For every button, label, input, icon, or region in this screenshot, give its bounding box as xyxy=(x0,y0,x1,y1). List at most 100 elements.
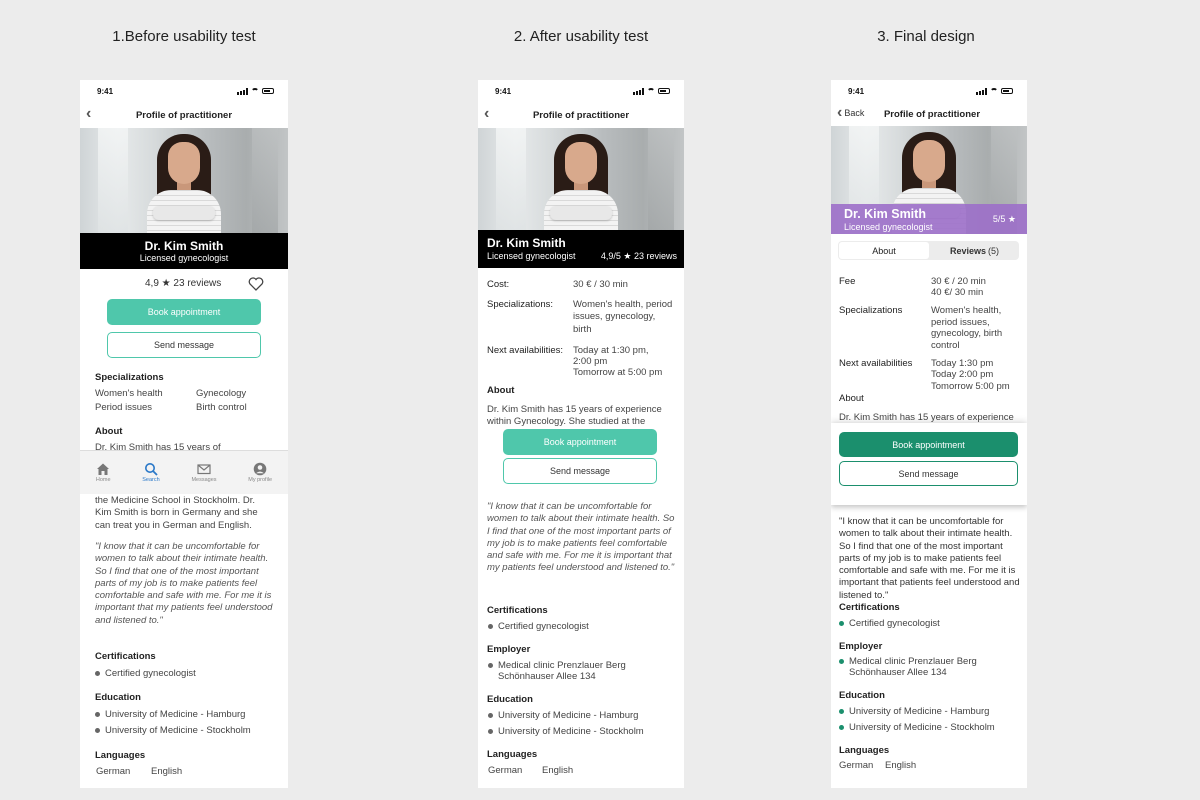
about-text-continued: the Medicine School in Stockholm. Dr. Ki… xyxy=(95,495,258,531)
availability-label: Next availabilities: xyxy=(487,345,564,356)
battery-icon xyxy=(658,88,670,94)
certifications-heading: Certifications xyxy=(487,605,548,616)
language-item: English xyxy=(542,765,574,776)
wifi-icon xyxy=(251,88,259,94)
nav-bar: ‹ Back Profile of practitioner xyxy=(831,102,1027,126)
practitioner-role: Licensed gynecologist xyxy=(139,253,229,263)
name-header: Dr. Kim Smith Licensed gynecologist 5/5 … xyxy=(831,204,1027,234)
book-appointment-button[interactable]: Book appointment xyxy=(503,429,657,455)
spec-item: Period issues xyxy=(95,402,153,413)
spec-value: control xyxy=(931,340,960,351)
practitioner-photo: Dr. Kim Smith Licensed gynecologist 5/5 … xyxy=(831,126,1027,234)
back-chevron-icon: ‹ xyxy=(837,104,843,121)
signal-icon xyxy=(237,87,248,95)
availability-value: Tomorrow at 5:00 pm xyxy=(573,367,663,378)
column-title-after: 2. After usability test xyxy=(513,28,649,45)
cost-value: 30 € / 30 min xyxy=(573,279,628,290)
status-time: 9:41 xyxy=(495,86,512,96)
rating-text: 5/5 ★ xyxy=(992,214,1016,224)
signal-icon xyxy=(976,87,987,95)
tab-label: My profile xyxy=(248,477,273,483)
tab-label: Search xyxy=(142,477,160,483)
tab-search[interactable]: Search xyxy=(142,462,160,483)
quote-text: "I know that it can be uncomfortable for… xyxy=(95,541,273,626)
rating-text: 4,9/5 ★ 23 reviews xyxy=(600,251,677,261)
language-item: German xyxy=(488,765,523,776)
status-bar: 9:41 xyxy=(831,80,1027,102)
search-icon xyxy=(144,463,158,476)
languages-heading: Languages xyxy=(487,749,538,760)
practitioner-photo xyxy=(80,128,288,233)
specializations-label: Specializations: xyxy=(487,299,554,310)
practitioner-name: Dr. Kim Smith xyxy=(487,236,566,250)
practitioner-name: Dr. Kim Smith xyxy=(844,207,926,221)
education-heading: Education xyxy=(487,694,533,705)
tab-reviews[interactable]: Reviews (5) xyxy=(930,241,1019,260)
phone-final: 9:41 ‹ Back Profile of practitioner Dr. K… xyxy=(831,80,1027,788)
list-item: University of Medicine - Stockholm xyxy=(839,722,995,733)
tab-label: Messages xyxy=(191,477,217,483)
send-message-button[interactable]: Send message xyxy=(107,332,261,358)
phone-after: 9:41 ‹ Profile of practitioner Dr. Kim S… xyxy=(478,80,684,788)
about-heading: About xyxy=(95,426,123,437)
nav-bar: ‹ Profile of practitioner xyxy=(478,102,684,128)
list-item: Medical clinic Prenzlauer Berg Schönhause… xyxy=(839,656,977,678)
status-bar: 9:41 xyxy=(478,80,684,102)
nav-title: Profile of practitioner xyxy=(883,108,981,120)
list-item: Medical clinic Prenzlauer Berg Schönhause… xyxy=(488,660,626,682)
tab-messages[interactable]: Messages xyxy=(191,462,217,483)
wifi-icon xyxy=(990,88,998,94)
education-heading: Education xyxy=(839,690,885,701)
language-item: German xyxy=(839,760,874,771)
language-item: English xyxy=(885,760,917,771)
phone-before: 9:41 ‹ Profile of practitioner Dr. Kim S… xyxy=(80,80,288,788)
about-text: Dr. Kim Smith has 15 years of experience… xyxy=(487,404,662,428)
availability-value: Today 2:00 pm xyxy=(931,369,994,380)
employer-heading: Employer xyxy=(487,644,531,655)
tab-home[interactable]: Home xyxy=(96,462,111,483)
specializations-heading: Specializations xyxy=(95,372,164,383)
spec-item: Birth control xyxy=(196,402,247,413)
spec-value: Women's health, xyxy=(931,305,1002,316)
segmented-control: About Reviews (5) xyxy=(838,241,1019,260)
list-item: Certified gynecologist xyxy=(839,618,940,629)
battery-icon xyxy=(262,88,274,94)
availability-value: Tomorrow 5:00 pm xyxy=(931,381,1010,392)
list-item: University of Medicine - Hamburg xyxy=(488,710,638,721)
column-title-final: 3. Final design xyxy=(877,28,975,45)
send-message-button[interactable]: Send message xyxy=(839,461,1018,486)
languages-heading: Languages xyxy=(839,745,890,756)
education-heading: Education xyxy=(95,692,141,703)
tab-label: Home xyxy=(95,477,111,483)
practitioner-role: Licensed gynecologist xyxy=(487,251,576,261)
list-item: Certified gynecologist xyxy=(95,668,196,679)
send-message-button[interactable]: Send message xyxy=(503,458,657,484)
spec-value: gynecology, birth xyxy=(931,328,1003,339)
book-appointment-button[interactable]: Book appointment xyxy=(107,299,261,325)
certifications-heading: Certifications xyxy=(839,602,900,613)
employer-heading: Employer xyxy=(839,641,883,652)
back-chevron-icon[interactable]: ‹ xyxy=(484,106,489,122)
nav-bar: ‹ Profile of practitioner xyxy=(80,102,288,128)
heart-icon[interactable] xyxy=(248,277,264,291)
spec-item: Gynecology xyxy=(196,388,247,399)
tab-about[interactable]: About xyxy=(839,242,929,259)
tab-profile[interactable]: My profile xyxy=(248,462,272,483)
book-appointment-button[interactable]: Book appointment xyxy=(839,432,1018,457)
back-button[interactable]: ‹ Back xyxy=(837,105,864,121)
cost-label: Cost: xyxy=(487,279,510,290)
nav-title: Profile of practitioner xyxy=(532,109,630,121)
battery-icon xyxy=(1001,88,1013,94)
language-item: German xyxy=(96,766,131,777)
nav-title: Profile of practitioner xyxy=(135,109,233,121)
back-chevron-icon[interactable]: ‹ xyxy=(86,106,91,122)
list-item: University of Medicine - Hamburg xyxy=(95,709,245,720)
about-heading: About xyxy=(839,393,864,404)
specializations-label: Specializations xyxy=(839,305,903,316)
mail-icon xyxy=(197,464,211,475)
list-item: Certified gynecologist xyxy=(488,621,589,632)
tab-bar: Home Search Messages My profile xyxy=(80,450,288,494)
languages-heading: Languages xyxy=(95,750,146,761)
list-item: University of Medicine - Stockholm xyxy=(488,726,644,737)
profile-icon xyxy=(253,462,267,476)
